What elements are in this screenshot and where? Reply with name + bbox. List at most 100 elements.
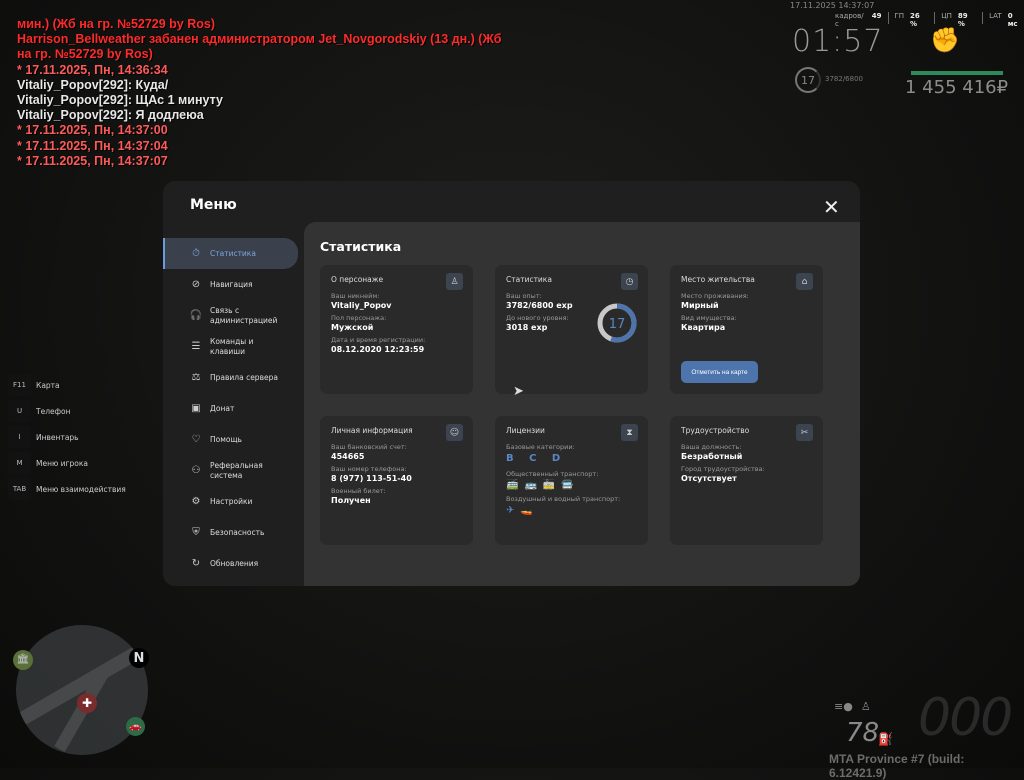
tools-icon: ✂ [796,424,813,441]
employment-card: Трудоустройство ✂ Ваша должность: Безраб… [670,416,823,545]
seatbelt-icon: ♙ [860,700,871,713]
sidebar-item-label: Статистика [210,248,256,258]
sidebar-item-8[interactable]: ⚇ Реферальная система [163,455,303,486]
military-label: Военный билет: [331,487,386,495]
car-service-marker-icon: 🚗 [126,717,145,736]
fuel-icon: ⛽ [878,732,893,746]
timer-icon: ◷ [621,273,638,290]
sidebar-item-label: Связь с администрацией [210,305,278,325]
sidebar-item-label: Безопасность [210,527,265,537]
sidebar-item-label: Помощь [210,434,242,444]
chat-line: * 17.11.2025, Пн, 14:36:34 [17,62,168,77]
build-info: MTA Province #7 (build: 6.12421.9) [829,752,965,780]
level-number: 17 [609,317,626,332]
menu-title: Меню [190,197,237,213]
sidebar-item-9[interactable]: ⚙ Настройки [163,486,303,517]
card-title: Трудоустройство [681,426,750,435]
cpu-value: 89 % [957,12,968,28]
page-title: Статистика [320,239,402,254]
property-value: Квартира [681,323,726,332]
menu-item-icon: 🎧 [189,309,203,321]
sidebar-item-label: Донат [210,403,235,413]
chat-line: * 17.11.2025, Пн, 14:37:07 [17,153,168,168]
menu-item-icon: ⚇ [191,464,201,476]
key-hint: U Телефон [8,398,126,424]
bank-marker-icon: 🏛 [13,650,33,670]
key-hints: F11 Карта U Телефон I Инвентарь M Меню игрока TA… [8,372,126,502]
hint-key: F11 [8,374,31,396]
sidebar-item-4[interactable]: ☰ Команды и клавиши [163,331,303,362]
sidebar-item-11[interactable]: ↻ Обновления [163,548,303,579]
health-bar [911,71,1003,75]
bank-label: Ваш банковский счет: [331,443,407,451]
public-transport-icons: 🚎🚌🚋🚍 [506,480,580,491]
phone-value: 8 (977) 113-51-40 [331,474,412,483]
sidebar-item-5[interactable]: ⚖ Правила сервера [163,362,303,393]
personal-info-card: Личная информация ☺ Ваш банковский счет:… [320,416,473,545]
sidebar-item-10[interactable]: ⛨ Безопасность [163,517,303,548]
hud-money: 1 455 416₽ [905,77,1009,98]
chat-line: Harrison_Bellweather забанен администрат… [17,32,502,47]
card-title: Место жительства [681,275,755,284]
lat-value: 0 мс [1007,12,1018,28]
hint-key: U [8,400,31,422]
hud-level: 17 [795,67,821,93]
character-card: О персонаже ♙ Ваш никнейм: Vitaliy_Popov… [320,265,473,394]
menu-sidebar: ⏱ Статистика ⊘ Навигация 🎧 Связь с администра… [163,238,303,579]
hud-clock: 01:57 [792,24,884,59]
sidebar-item-2[interactable]: ⊘ Навигация [163,269,303,300]
hint-label: Инвентарь [36,432,79,442]
close-button[interactable]: ✕ [823,197,840,217]
menu-modal: Меню ✕ ⏱ Статистика ⊘ Навигация 🎧 Связь с адм… [163,181,860,586]
chat-line: * 17.11.2025, Пн, 14:37:00 [17,123,168,138]
menu-item-icon: ⚙ [191,495,201,507]
hud-exp: 3782/6800 [825,75,863,83]
fuel-level: 78 [846,718,880,748]
sidebar-item-label: Настройки [210,496,253,506]
stats-card: Статистика ◷ Ваш опыт: 3782/6800 exp До … [495,265,648,394]
chat-line: Vitaliy_Popov[292]: Куда/ [17,77,169,92]
menu-item-icon: ⊘ [191,278,201,290]
menu-item-icon: ☰ [191,340,201,352]
sidebar-item-label: Навигация [210,279,253,289]
sidebar-item-7[interactable]: ♡ Помощь [163,424,303,455]
hint-label: Меню взаимодействия [36,484,126,494]
headlight-icon: ≡● [834,700,853,713]
chat-line: Vitaliy_Popov[292]: ЩАс 1 минуту [17,93,223,108]
sex-label: Пол персонажа: [331,314,387,322]
basic-categories-label: Базовые категории: [506,443,575,451]
hint-label: Телефон [36,406,71,416]
chat-line: Vitaliy_Popov[292]: Я додлеюа [17,108,204,123]
sidebar-item-6[interactable]: ▣ Донат [163,393,303,424]
bank-value: 454665 [331,452,365,461]
hourglass-icon: ⧗ [621,424,638,441]
menu-item-icon: ⛨ [192,526,200,538]
sidebar-item-label: Реферальная система [210,460,263,480]
place-label: Место проживания: [681,292,749,300]
chat-line: на гр. №52729 by Ros) [17,47,153,62]
sidebar-item-1[interactable]: ⏱ Статистика [163,238,298,269]
card-title: Лицензии [506,426,545,435]
public-transport-label: Общественный транспорт: [506,470,599,478]
nick-label: Ваш никнейм: [331,292,380,300]
hint-label: Карта [36,380,60,390]
city-value: Отсутствует [681,474,737,483]
sidebar-item-3[interactable]: 🎧 Связь с администрацией [163,300,303,331]
reg-value: 08.12.2020 12:23:59 [331,345,425,354]
stats-content: Статистика О персонаже ♙ Ваш никнейм: Vi… [304,222,860,586]
gpu-label: ГП [894,12,905,20]
hint-key: TAB [8,478,31,500]
reg-label: Дата и время регистрации: [331,336,426,344]
residence-card: Место жительства ⌂ Место проживания: Мир… [670,265,823,394]
mouse-cursor-icon: ➤ [513,384,524,399]
basic-categories: B C D [506,453,567,464]
menu-item-icon: ↻ [191,557,201,569]
minimap [16,625,148,755]
mark-on-map-button[interactable]: Отметить на карте [681,361,758,383]
minimap-north: N [129,648,149,668]
sidebar-item-label: Обновления [210,558,259,568]
hint-label: Меню игрока [36,458,88,468]
exp-label: Ваш опыт: [506,292,542,300]
chat-line: мин.) (Жб на гр. №52729 by Ros) [17,17,216,31]
level-progress-ring: 17 [597,303,637,343]
